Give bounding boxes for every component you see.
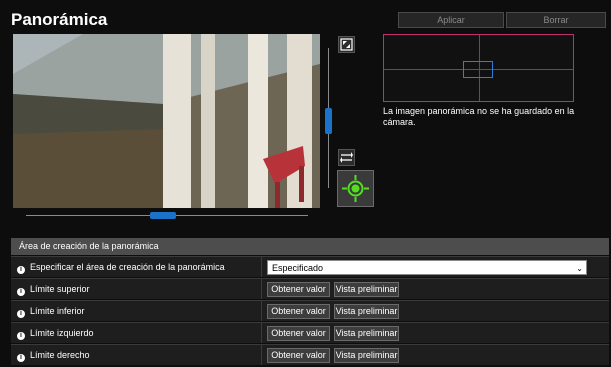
panorama-preview[interactable]: [383, 34, 574, 102]
setting-row-right-limit: i Límite derecho Obtener valor Vista prel…: [11, 344, 609, 365]
zoom-button[interactable]: [338, 36, 355, 53]
ptz-target-button[interactable]: [337, 170, 374, 207]
clear-button[interactable]: Borrar: [506, 12, 606, 28]
info-icon[interactable]: i: [17, 354, 25, 362]
get-value-button[interactable]: Obtener valor: [267, 304, 330, 319]
setting-label-text: Límite superior: [30, 284, 90, 294]
preview-button[interactable]: Vista preliminar: [334, 326, 399, 341]
column-divider: [261, 301, 262, 321]
preview-position-box: [463, 61, 493, 78]
panorama-status-note: La imagen panorámica no se ha guardado e…: [383, 106, 575, 127]
fullscreen-icon: [340, 38, 353, 51]
preview-button[interactable]: Vista preliminar: [334, 348, 399, 363]
setting-label: i Límite inferior: [17, 301, 85, 322]
setting-row-area: i Especificar el área de creación de la p…: [11, 256, 609, 277]
column-divider: [261, 323, 262, 343]
setting-row-left-limit: i Límite izquierdo Obtener valor Vista pr…: [11, 322, 609, 343]
target-icon: [342, 175, 369, 202]
setting-label-text: Límite derecho: [30, 350, 90, 360]
column-divider: [261, 279, 262, 299]
apply-button[interactable]: Aplicar: [398, 12, 504, 28]
setting-label: i Límite superior: [17, 279, 90, 300]
swap-arrows-icon: [340, 152, 353, 163]
setting-label: i Especificar el área de creación de la p…: [17, 257, 225, 278]
preview-button[interactable]: Vista preliminar: [334, 282, 399, 297]
camera-image: [13, 34, 320, 208]
page-title: Panorámica: [11, 10, 108, 29]
area-mode-select[interactable]: Especificado ⌄: [267, 260, 587, 275]
setting-label: i Límite izquierdo: [17, 323, 94, 344]
info-icon[interactable]: i: [17, 310, 25, 318]
tilt-slider-thumb[interactable]: [325, 108, 332, 134]
get-value-button[interactable]: Obtener valor: [267, 326, 330, 341]
setting-label-text: Límite inferior: [30, 306, 85, 316]
select-value: Especificado: [272, 263, 324, 273]
swap-button[interactable]: [338, 149, 355, 166]
setting-row-bottom-limit: i Límite inferior Obtener valor Vista pre…: [11, 300, 609, 321]
setting-label: i Límite derecho: [17, 345, 90, 366]
setting-label-text: Especificar el área de creación de la pa…: [30, 262, 225, 272]
section-header: Área de creación de la panorámica: [11, 238, 609, 255]
info-icon[interactable]: i: [17, 332, 25, 340]
setting-row-top-limit: i Límite superior Obtener valor Vista pre…: [11, 278, 609, 299]
info-icon[interactable]: i: [17, 288, 25, 296]
preview-button[interactable]: Vista preliminar: [334, 304, 399, 319]
pan-slider-thumb[interactable]: [150, 212, 176, 219]
get-value-button[interactable]: Obtener valor: [267, 282, 330, 297]
column-divider: [261, 257, 262, 277]
camera-view[interactable]: [13, 34, 320, 208]
chevron-down-icon: ⌄: [576, 264, 583, 273]
info-icon[interactable]: i: [17, 266, 25, 274]
column-divider: [261, 345, 262, 365]
get-value-button[interactable]: Obtener valor: [267, 348, 330, 363]
setting-label-text: Límite izquierdo: [30, 328, 94, 338]
